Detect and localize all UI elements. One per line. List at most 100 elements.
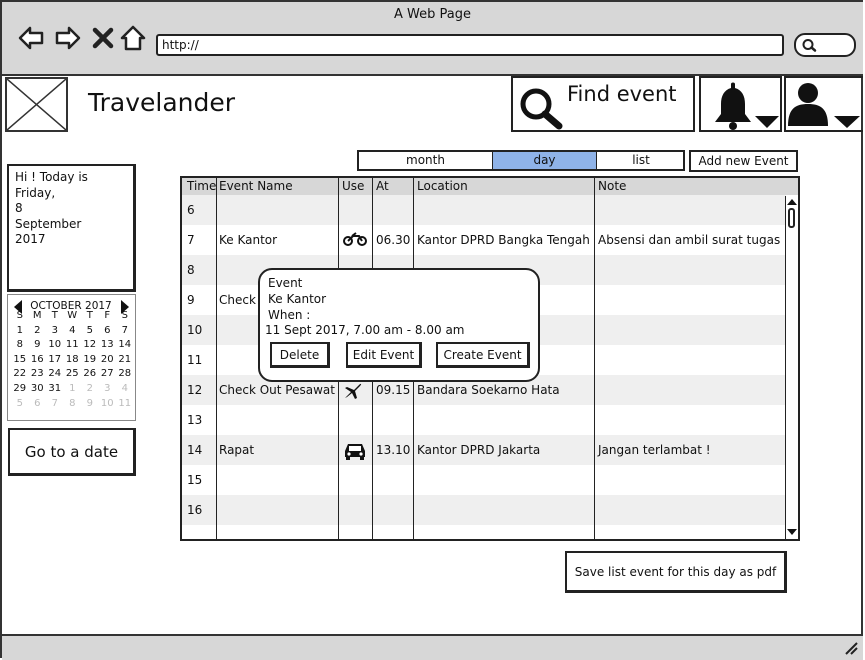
calendar-day[interactable]: 9 xyxy=(81,397,99,412)
table-row[interactable]: 13 xyxy=(182,405,786,435)
edit-event-button[interactable]: Edit Event xyxy=(346,342,422,368)
go-to-date-button[interactable]: Go to a date xyxy=(8,428,136,476)
calendar-day[interactable]: 13 xyxy=(99,338,117,353)
calendar-day[interactable]: 10 xyxy=(46,338,64,353)
tab-list[interactable]: list xyxy=(597,152,685,169)
cell-event-name: Check xyxy=(219,293,256,307)
tab-day[interactable]: day xyxy=(493,152,597,169)
table-row[interactable]: 16 xyxy=(182,495,786,525)
popup-event-name: Ke Kantor xyxy=(268,292,327,306)
calendar-week-row: 29 30 31 1 2 3 4 xyxy=(11,382,134,397)
calendar-day[interactable]: 29 xyxy=(11,382,29,397)
calendar-day[interactable]: 3 xyxy=(46,324,64,339)
calendar-day[interactable]: 14 xyxy=(116,338,134,353)
browser-search-field[interactable] xyxy=(794,33,856,57)
calendar-day[interactable]: 7 xyxy=(116,324,134,339)
car-icon xyxy=(343,442,367,463)
calendar-day[interactable]: 16 xyxy=(29,352,47,368)
calendar-day[interactable]: 11 xyxy=(64,338,82,353)
browser-window: A Web Page http:// Travelander Find even… xyxy=(0,0,863,660)
bell-icon xyxy=(715,82,779,130)
calendar-weekday-label: S xyxy=(16,310,23,321)
tab-month[interactable]: month xyxy=(359,152,493,169)
calendar-grid: S M T W T F S 1 2 3 4 5 6 7 8 9 10 11 12 13 14 15 16 17 18 19 20 21… xyxy=(11,309,134,411)
calendar-day[interactable]: 2 xyxy=(29,324,47,339)
calendar-weekday-label: S xyxy=(121,310,128,321)
calendar-day[interactable]: 6 xyxy=(99,324,117,339)
cell-time: 11 xyxy=(187,353,203,367)
calendar-day[interactable]: 15 xyxy=(11,353,29,368)
calendar-day[interactable]: 5 xyxy=(81,324,99,339)
forward-arrow-icon[interactable] xyxy=(54,24,82,52)
calendar-day[interactable]: 8 xyxy=(64,397,82,412)
search-icon xyxy=(802,39,817,52)
calendar-day[interactable]: 24 xyxy=(46,367,64,382)
calendar-day[interactable]: 22 xyxy=(11,367,29,382)
calendar-day[interactable]: 11 xyxy=(116,397,134,412)
table-row[interactable]: 7 Ke Kantor 06.30 Kantor DPRD Bangka Tengah… xyxy=(182,225,786,255)
add-new-event-button[interactable]: Add new Event xyxy=(689,150,798,172)
user-menu-button[interactable] xyxy=(784,76,863,132)
calendar-day[interactable]: 9 xyxy=(29,338,47,353)
column-header-time: Time xyxy=(187,179,217,193)
today-greeting: Hi ! Today is Friday, 8 September 2017 xyxy=(7,164,136,292)
notifications-button[interactable] xyxy=(699,76,782,132)
calendar-day[interactable]: 12 xyxy=(81,338,99,353)
calendar-weekday-row: SMTWTFS xyxy=(11,309,134,324)
column-header-use: Use xyxy=(342,179,365,193)
table-scrollbar[interactable] xyxy=(785,196,798,539)
back-arrow-icon[interactable] xyxy=(17,24,45,52)
calendar-day[interactable]: 3 xyxy=(99,382,117,397)
calendar-day[interactable]: 10 xyxy=(99,397,117,412)
calendar-day[interactable]: 25 xyxy=(64,367,82,382)
calendar-day[interactable]: 31 xyxy=(46,382,64,397)
save-pdf-button[interactable]: Save list event for this day as pdf xyxy=(565,551,787,593)
calendar-day[interactable]: 30 xyxy=(29,382,47,397)
create-event-button[interactable]: Create Event xyxy=(436,342,530,368)
cell-note: Absensi dan ambil surat tugas xyxy=(598,233,781,247)
calendar-day[interactable]: 4 xyxy=(116,382,134,397)
calendar-day[interactable]: 27 xyxy=(99,367,117,382)
calendar-day[interactable]: 20 xyxy=(99,353,117,368)
calendar-day[interactable]: 17 xyxy=(46,353,64,368)
calendar-day[interactable]: 2 xyxy=(81,382,99,397)
calendar-day[interactable]: 19 xyxy=(81,353,99,368)
cell-at: 06.30 xyxy=(376,233,411,247)
scroll-down-icon[interactable] xyxy=(787,527,797,537)
view-tabs: month day list xyxy=(357,150,685,171)
table-header: Time Event Name Use At Location Note xyxy=(182,178,798,195)
calendar-day[interactable]: 1 xyxy=(64,382,82,397)
scrollbar-thumb[interactable] xyxy=(788,208,795,228)
calendar-day[interactable]: 1 xyxy=(11,324,29,339)
greeting-line: 8 xyxy=(15,201,23,215)
table-row[interactable]: 6 xyxy=(182,195,786,225)
cell-time: 8 xyxy=(187,263,195,277)
calendar-day[interactable]: 28 xyxy=(116,367,134,382)
cell-location: Kantor DPRD Jakarta xyxy=(417,443,541,457)
url-input[interactable]: http:// xyxy=(156,34,784,56)
column-header-at: At xyxy=(376,179,389,193)
calendar-day[interactable]: 5 xyxy=(11,397,29,412)
calendar-day[interactable]: 26 xyxy=(81,367,99,382)
cell-time: 13 xyxy=(187,413,203,427)
calendar-day[interactable]: 7 xyxy=(46,397,64,412)
status-bar xyxy=(2,634,863,660)
table-row[interactable]: 14 Rapat 13.10 Kantor DPRD Jakarta Jangan te… xyxy=(182,435,786,465)
column-header-location: Location xyxy=(417,179,468,193)
calendar-day[interactable]: 23 xyxy=(29,367,47,382)
calendar-day[interactable]: 4 xyxy=(64,324,82,339)
table-row[interactable]: 15 xyxy=(182,465,786,495)
calendar-day[interactable]: 8 xyxy=(11,338,29,353)
calendar-day[interactable]: 18 xyxy=(64,353,82,368)
find-event-button[interactable]: Find event xyxy=(511,76,695,132)
calendar-day[interactable]: 21 xyxy=(116,353,134,368)
scroll-up-icon[interactable] xyxy=(787,197,797,207)
calendar-weekday-label: T xyxy=(51,310,58,321)
resize-grip-icon[interactable] xyxy=(844,641,858,655)
delete-event-button[interactable]: Delete xyxy=(270,342,330,368)
cell-time: 9 xyxy=(187,293,195,307)
calendar-day[interactable]: 6 xyxy=(29,397,47,412)
motorcycle-icon xyxy=(343,232,367,249)
close-icon[interactable] xyxy=(91,24,115,52)
home-icon[interactable] xyxy=(119,24,147,52)
